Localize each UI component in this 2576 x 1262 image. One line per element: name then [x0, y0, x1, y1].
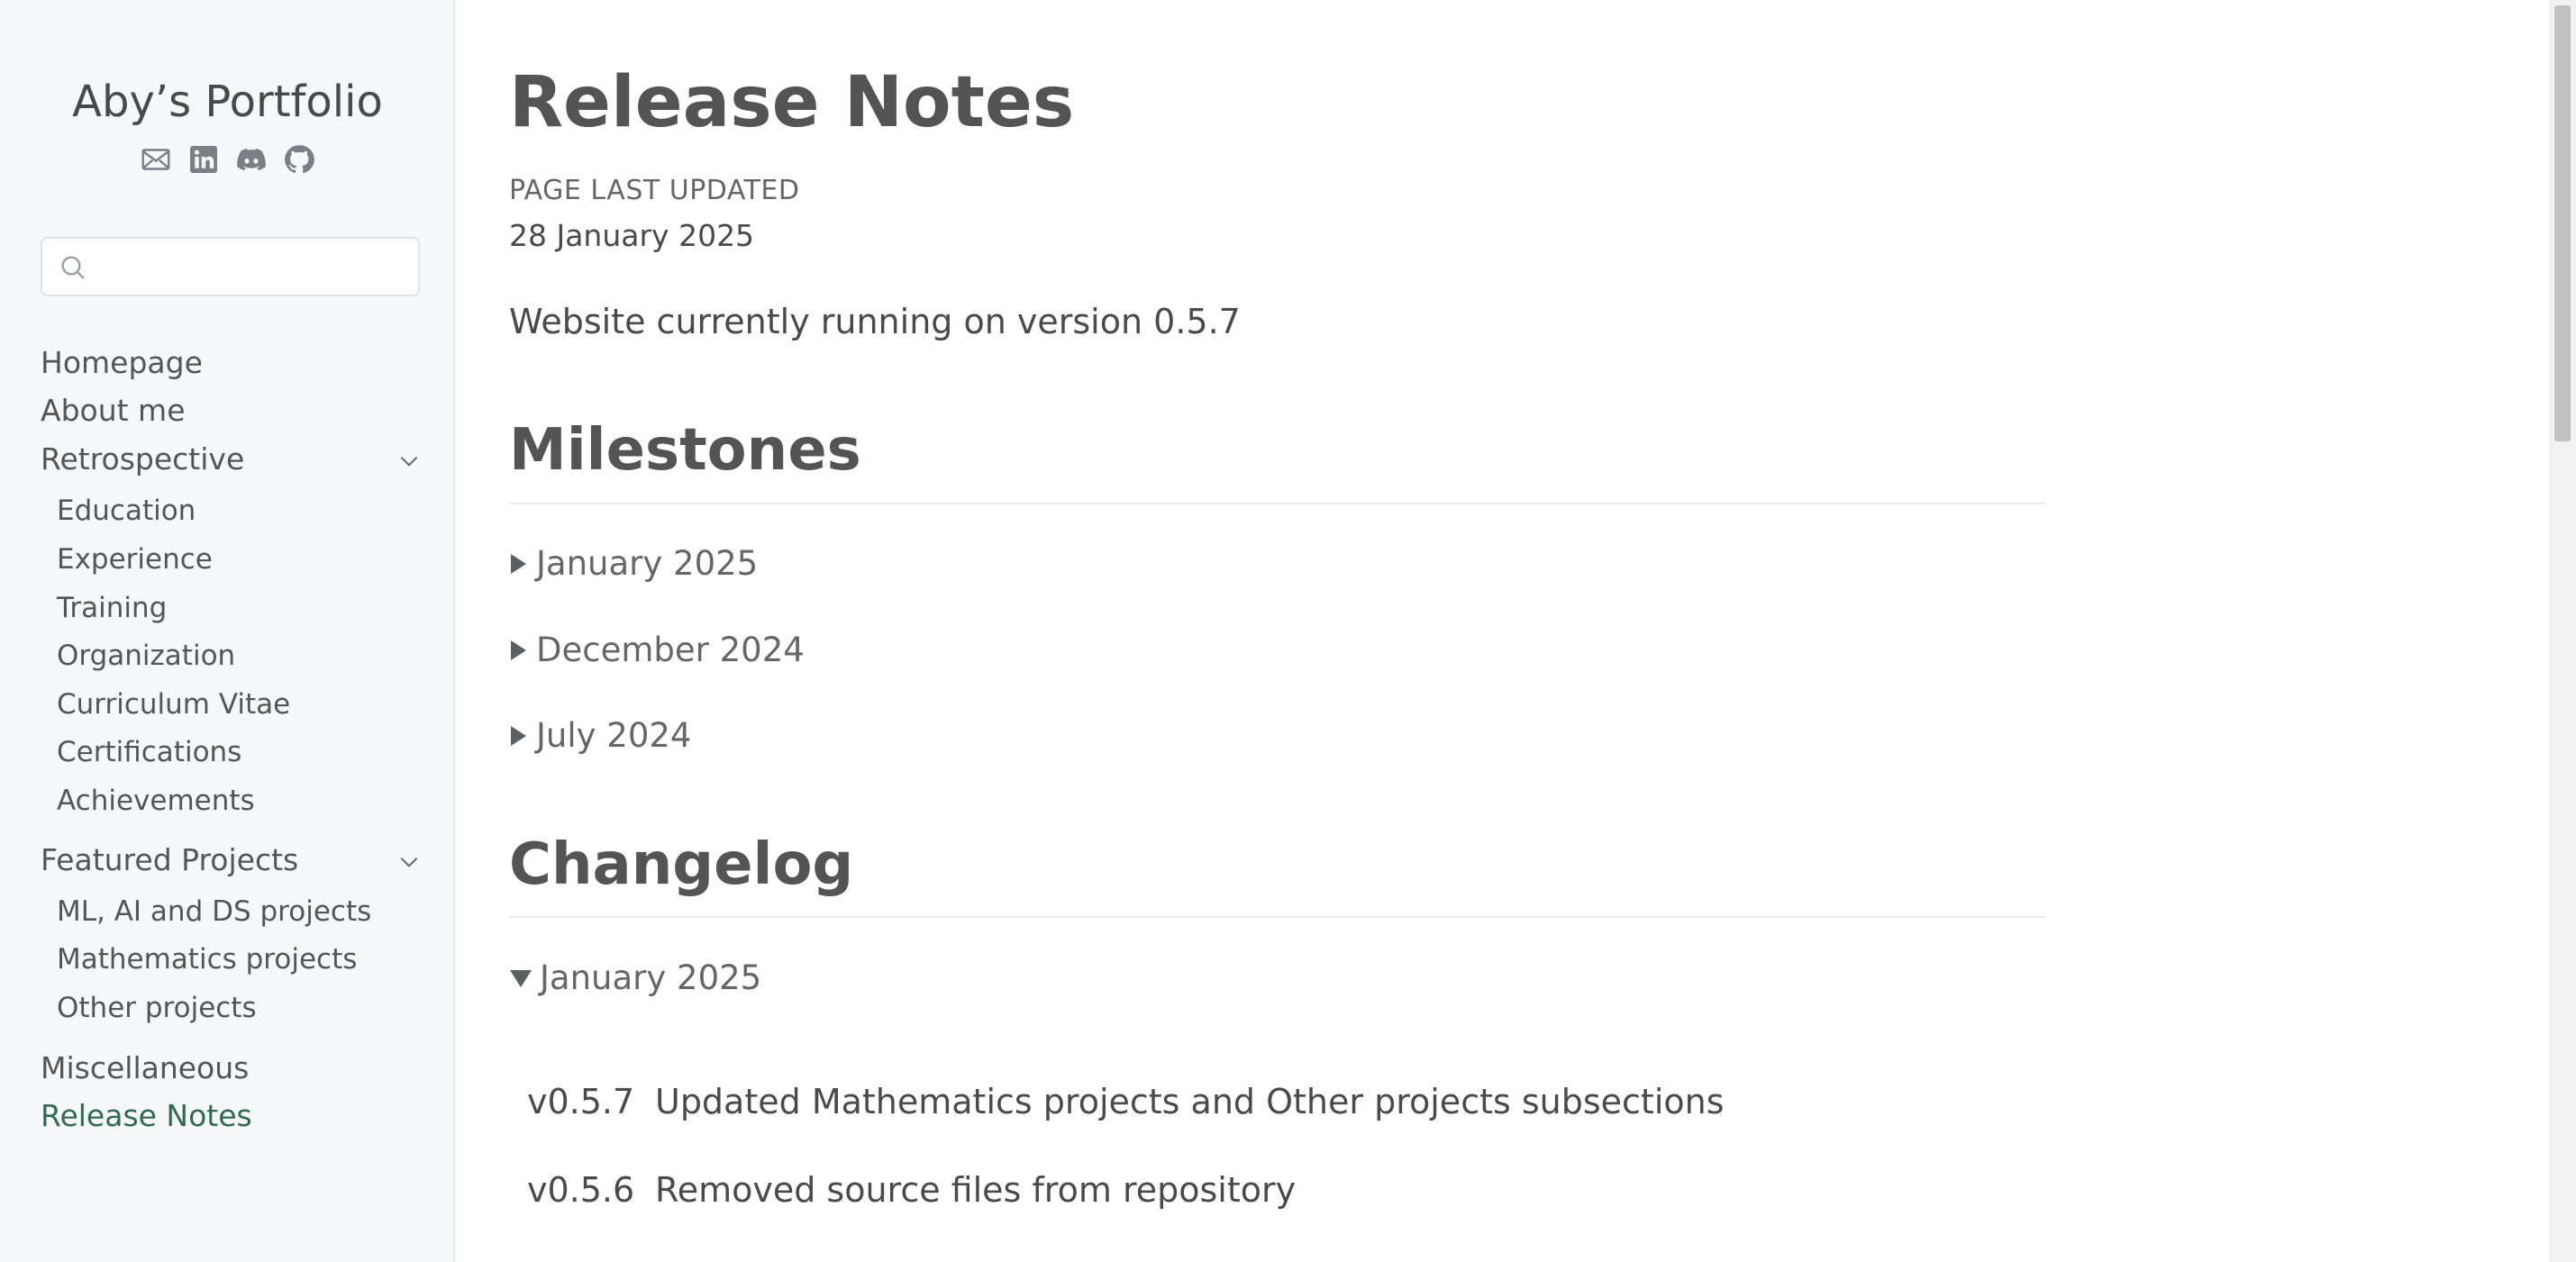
nav-organization[interactable]: Organization — [57, 637, 235, 675]
nav-ml-ai-ds-projects[interactable]: ML, AI and DS projects — [57, 893, 371, 931]
site-title[interactable]: Aby’s Portfolio — [0, 70, 455, 133]
triangle-down-icon — [510, 969, 532, 987]
changelog-text: Updated Mathematics projects and Other p… — [655, 1082, 1725, 1121]
search-box[interactable] — [41, 237, 420, 296]
triangle-right-icon — [511, 725, 526, 746]
changelog-entry: v0.5.6 Removed source files from reposito… — [527, 1170, 1296, 1210]
triangle-right-icon — [511, 553, 526, 574]
nav-education[interactable]: Education — [57, 492, 196, 530]
milestone-label: January 2025 — [536, 544, 759, 583]
scrollbar[interactable] — [2549, 0, 2576, 1262]
nav-achievements[interactable]: Achievements — [57, 782, 255, 820]
milestone-label: December 2024 — [536, 631, 805, 669]
nav-release-notes[interactable]: Release Notes — [41, 1097, 252, 1135]
nav-training[interactable]: Training — [57, 589, 167, 627]
nav-homepage[interactable]: Homepage — [41, 344, 203, 382]
triangle-right-icon — [511, 640, 526, 660]
chevron-down-icon[interactable] — [397, 850, 421, 874]
page-title: Release Notes — [509, 62, 1075, 143]
nav-retrospective[interactable]: Retrospective — [41, 440, 244, 478]
last-updated-date: 28 January 2025 — [509, 218, 755, 253]
discord-icon[interactable] — [235, 142, 269, 176]
changelog-section-label: January 2025 — [540, 958, 762, 997]
linkedin-icon[interactable] — [187, 142, 221, 176]
last-updated-label: PAGE LAST UPDATED — [509, 175, 800, 206]
search-input[interactable] — [102, 246, 412, 289]
nav-curriculum-vitae[interactable]: Curriculum Vitae — [57, 685, 290, 723]
sidebar: Aby’s Portfolio Homepage About me Retros… — [0, 0, 455, 1262]
milestone-december-2024[interactable]: December 2024 — [509, 631, 805, 669]
changelog-entry: v0.5.7 Updated Mathematics projects and O… — [527, 1082, 1725, 1121]
changelog-text: Removed source files from repository — [655, 1170, 1297, 1210]
changelog-heading: Changelog — [509, 831, 854, 898]
nav-certifications[interactable]: Certifications — [57, 733, 241, 771]
nav-other-projects[interactable]: Other projects — [57, 989, 257, 1027]
nav-featured-projects[interactable]: Featured Projects — [41, 841, 298, 879]
nav-about-me[interactable]: About me — [41, 392, 186, 430]
milestone-january-2025[interactable]: January 2025 — [509, 544, 758, 583]
divider — [509, 916, 2045, 918]
changelog-version: v0.5.7 — [527, 1082, 635, 1121]
social-links — [0, 142, 455, 176]
milestones-heading: Milestones — [509, 417, 861, 484]
version-text: Website currently running on version 0.5… — [509, 302, 1241, 341]
changelog-version: v0.5.6 — [527, 1170, 635, 1210]
chevron-down-icon[interactable] — [397, 449, 421, 473]
changelog-january-2025[interactable]: January 2025 — [509, 958, 761, 997]
nav-mathematics-projects[interactable]: Mathematics projects — [57, 940, 357, 978]
nav-experience[interactable]: Experience — [57, 540, 213, 578]
milestone-label: July 2024 — [536, 716, 692, 755]
milestone-july-2024[interactable]: July 2024 — [509, 716, 691, 755]
github-icon[interactable] — [283, 142, 316, 176]
mail-icon[interactable] — [140, 142, 173, 176]
scrollbar-thumb[interactable] — [2554, 5, 2571, 441]
nav-miscellaneous[interactable]: Miscellaneous — [41, 1049, 249, 1087]
divider — [509, 503, 2045, 504]
search-icon — [61, 256, 85, 279]
